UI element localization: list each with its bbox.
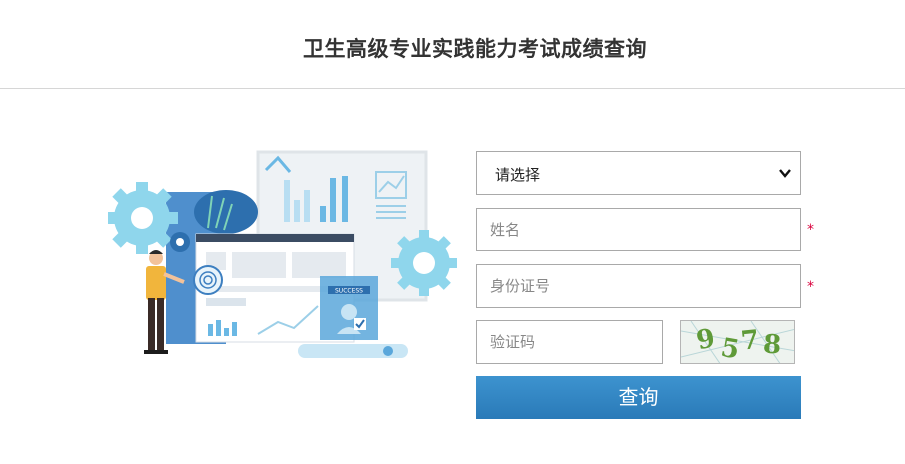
small-gear-icon [170, 232, 190, 252]
captcha-image[interactable]: 9 5 7 8 [680, 320, 795, 364]
browser-titlebar [196, 234, 354, 242]
captcha-char: 7 [739, 325, 760, 357]
page-header: 卫生高级专业实践能力考试成绩查询 [0, 0, 905, 89]
query-illustration: SUCCESS [108, 150, 457, 358]
name-input[interactable]: 姓名 [476, 208, 801, 251]
captcha-char: 5 [719, 333, 742, 364]
chevron-down-icon [779, 169, 791, 178]
fingerprint-icon [193, 265, 223, 295]
name-required-mark: * [807, 222, 814, 238]
verify-code-input[interactable]: 验证码 [476, 320, 663, 364]
gear-icon [108, 182, 178, 254]
success-badge: SUCCESS [335, 288, 363, 295]
exam-select-value: 请选择 [495, 166, 541, 184]
captcha-char: 9 [694, 323, 718, 356]
page-title: 卫生高级专业实践能力考试成绩查询 [303, 37, 647, 61]
captcha-char: 8 [762, 329, 782, 360]
captcha-text: 9 5 7 8 [694, 323, 782, 364]
gear-icon-right [391, 230, 457, 296]
query-button[interactable]: 查询 [476, 376, 801, 419]
leaf-decoration [194, 190, 258, 234]
exam-select[interactable]: 请选择 [476, 151, 801, 195]
id-required-mark: * [807, 279, 814, 295]
id-number-input[interactable]: 身份证号 [476, 264, 801, 308]
